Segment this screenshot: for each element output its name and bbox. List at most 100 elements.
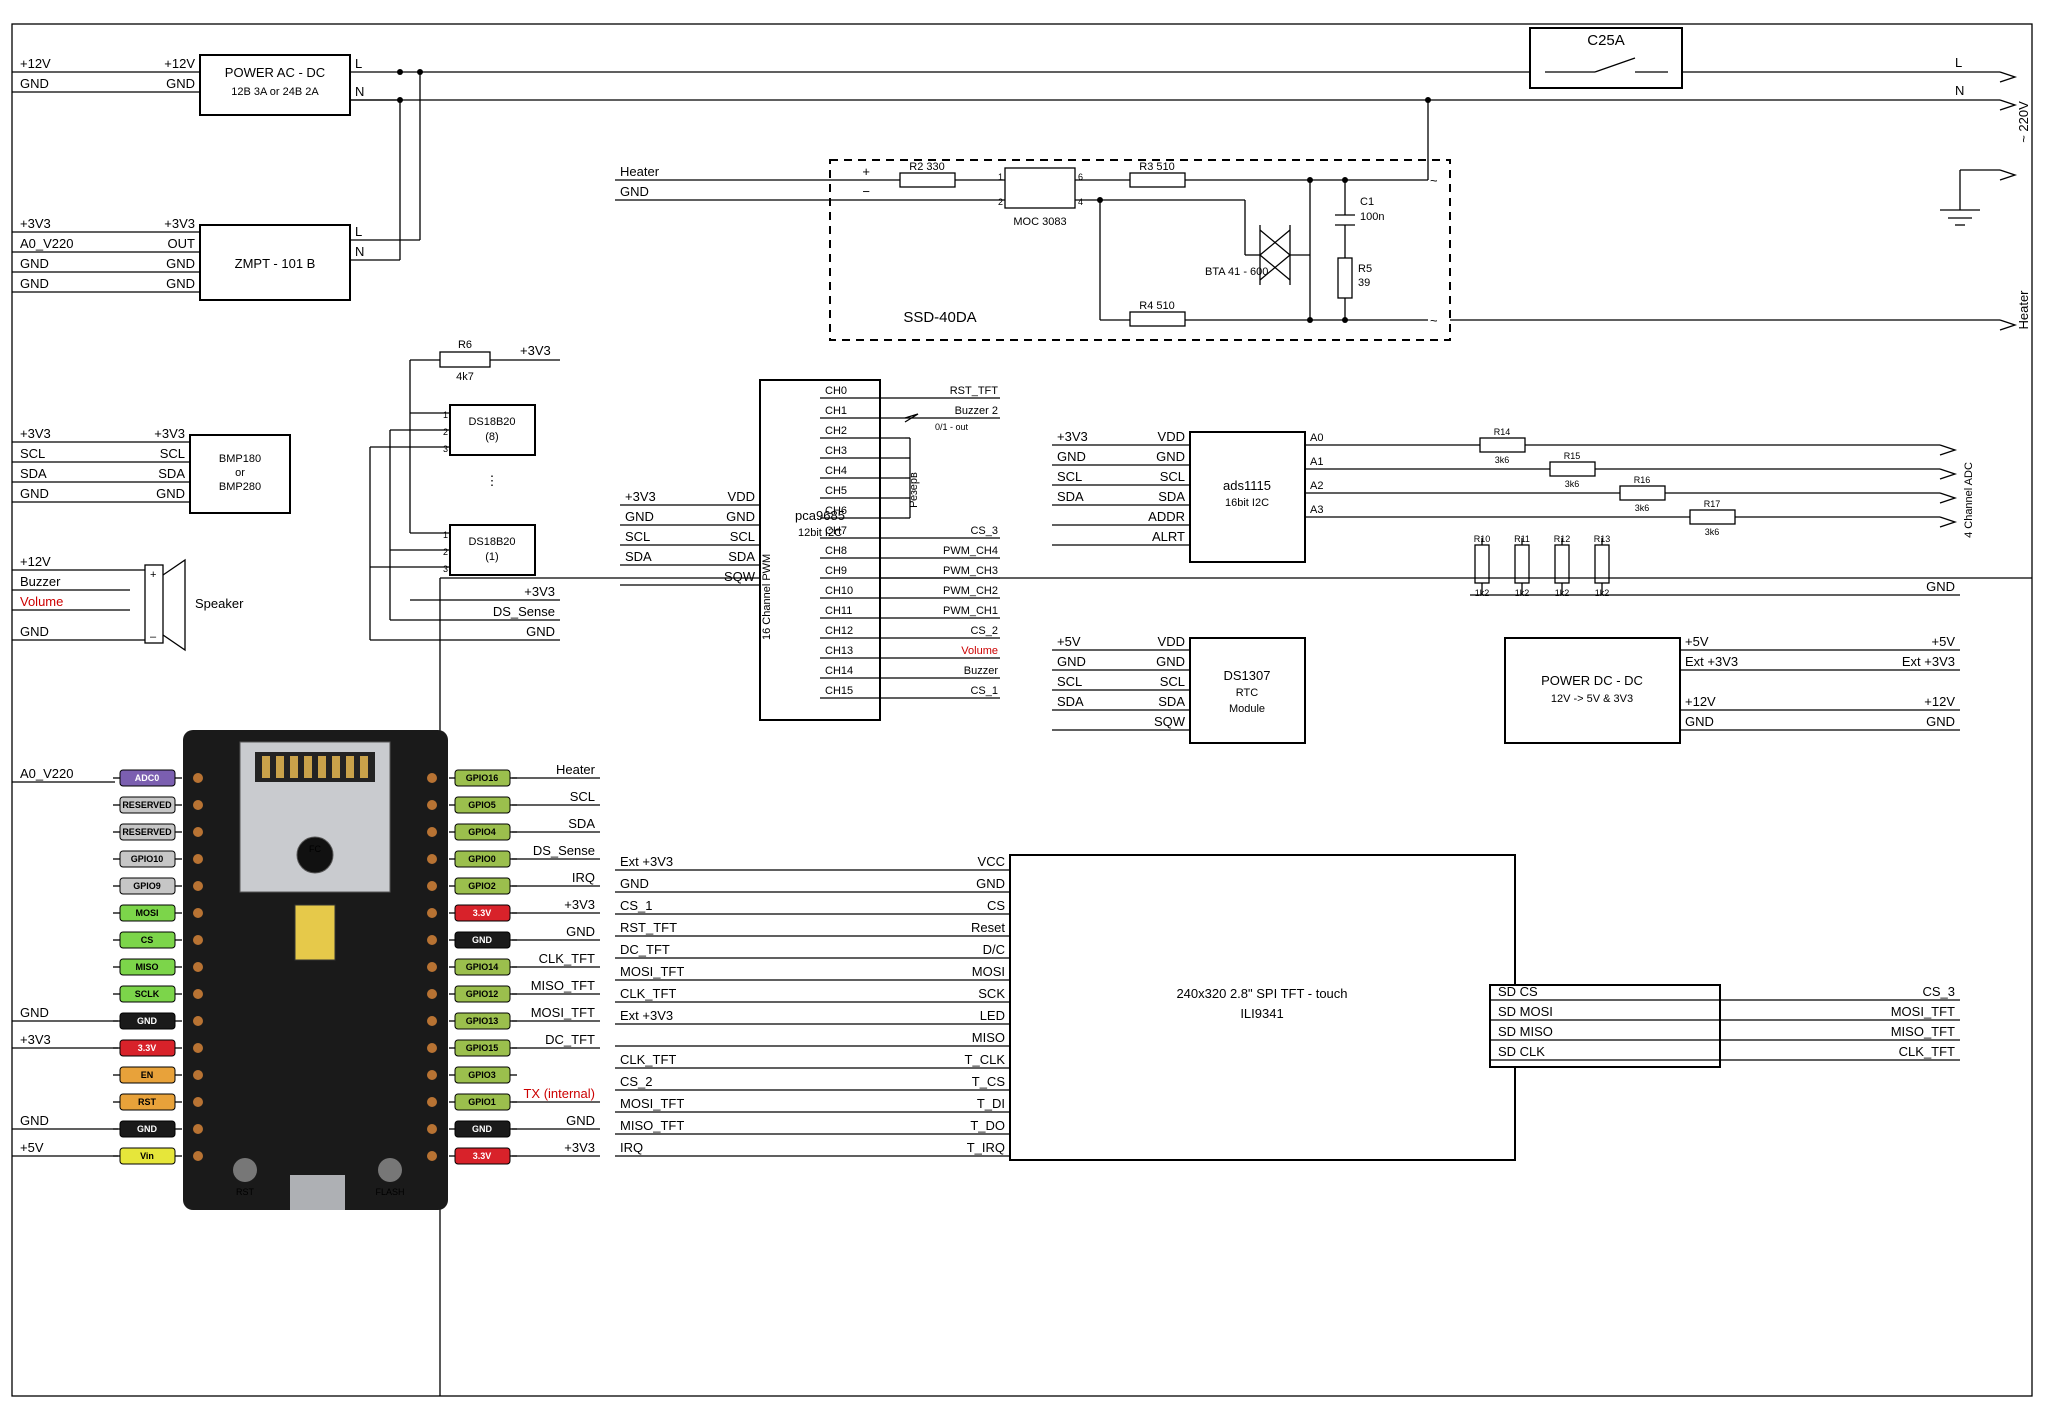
svg-text:+12V: +12V: [1924, 694, 1955, 709]
svg-text:R6: R6: [458, 339, 472, 351]
svg-text:VDD: VDD: [1158, 429, 1185, 444]
svg-text:or: or: [235, 467, 245, 479]
svg-text:POWER AC - DC: POWER AC - DC: [225, 65, 325, 80]
svg-text:R16: R16: [1634, 475, 1651, 485]
svg-text:CH9: CH9: [825, 565, 847, 577]
svg-text:SDA: SDA: [1158, 489, 1185, 504]
svg-text:R3 510: R3 510: [1139, 161, 1174, 173]
svg-text:DS18B20: DS18B20: [468, 416, 515, 428]
svg-text:GPIO12: GPIO12: [466, 989, 499, 999]
svg-text:MISO_TFT: MISO_TFT: [1891, 1024, 1955, 1039]
svg-text:GPIO9: GPIO9: [133, 881, 161, 891]
svg-text:−: −: [862, 184, 870, 199]
svg-text:GND: GND: [620, 876, 649, 891]
pca9685: pca9685 12bit I2C 16 Channel PWM +3V3VDD…: [620, 380, 1000, 720]
svg-text:GND: GND: [20, 624, 49, 639]
speaker-block: +12V Buzzer Volume GND +– Speaker: [12, 554, 244, 650]
svg-text:MOSI: MOSI: [135, 908, 158, 918]
svg-text:OUT: OUT: [168, 236, 196, 251]
svg-text:CS_1: CS_1: [620, 898, 653, 913]
svg-text:SCL: SCL: [1160, 674, 1185, 689]
svg-text:BTA 41 - 600: BTA 41 - 600: [1205, 266, 1268, 278]
svg-text:PWM_CH1: PWM_CH1: [943, 605, 998, 617]
svg-text:2: 2: [998, 197, 1003, 207]
svg-text:+: +: [150, 569, 156, 581]
svg-text:CLK_TFT: CLK_TFT: [620, 1052, 676, 1067]
svg-text:DS_Sense: DS_Sense: [533, 843, 595, 858]
svg-text:PWM_CH3: PWM_CH3: [943, 565, 998, 577]
svg-text:IRQ: IRQ: [572, 870, 595, 885]
svg-text:Reset: Reset: [971, 920, 1005, 935]
svg-text:ILI9341: ILI9341: [1240, 1006, 1283, 1021]
svg-text:MISO: MISO: [972, 1030, 1005, 1045]
svg-text:+: +: [862, 164, 870, 179]
svg-text:CH11: CH11: [825, 605, 852, 617]
svg-text:A0_V220: A0_V220: [20, 236, 74, 251]
svg-text:CH3: CH3: [825, 445, 847, 457]
svg-text:GND: GND: [976, 876, 1005, 891]
svg-text:SDA: SDA: [728, 549, 755, 564]
svg-text:SCL: SCL: [1160, 469, 1185, 484]
relay-c25a: C25A: [1530, 28, 1682, 88]
svg-text:GND: GND: [625, 509, 654, 524]
svg-text:L: L: [1955, 55, 1962, 70]
svg-text:Ext +3V3: Ext +3V3: [1902, 654, 1955, 669]
svg-text:DS18B20: DS18B20: [468, 536, 515, 548]
svg-text:Volume: Volume: [20, 594, 63, 609]
svg-text:MOSI: MOSI: [972, 964, 1005, 979]
svg-text:RESERVED: RESERVED: [122, 827, 172, 837]
svg-text:T_CS: T_CS: [972, 1074, 1006, 1089]
svg-text:VCC: VCC: [978, 854, 1005, 869]
svg-text:GND: GND: [1057, 654, 1086, 669]
svg-text:R2 330: R2 330: [909, 161, 944, 173]
svg-text:1: 1: [443, 530, 448, 540]
svg-text:VDD: VDD: [728, 489, 755, 504]
svg-text:R14: R14: [1494, 427, 1511, 437]
svg-text:DC_TFT: DC_TFT: [545, 1032, 595, 1047]
svg-text:Buzzer: Buzzer: [964, 665, 999, 677]
svg-text:GND: GND: [20, 256, 49, 271]
svg-text:Vin: Vin: [140, 1151, 154, 1161]
svg-text:+3V3: +3V3: [20, 426, 51, 441]
svg-text:CH1: CH1: [825, 405, 847, 417]
svg-text:DC_TFT: DC_TFT: [620, 942, 670, 957]
svg-text:100n: 100n: [1360, 211, 1384, 223]
svg-text:SSD-40DA: SSD-40DA: [903, 309, 976, 326]
svg-text:R5: R5: [1358, 263, 1372, 275]
svg-text:CS: CS: [987, 898, 1005, 913]
svg-text:Module: Module: [1229, 703, 1265, 715]
svg-text:CH2: CH2: [825, 425, 847, 437]
svg-text:39: 39: [1358, 277, 1370, 289]
svg-text:PWM_CH4: PWM_CH4: [943, 545, 998, 557]
ssr-block: SSD-40DA Heater+ GND− R2 330 MOC 3083 12…: [615, 97, 1450, 340]
svg-text:2: 2: [443, 427, 448, 437]
svg-text:SCK: SCK: [978, 986, 1005, 1001]
svg-text:C1: C1: [1360, 196, 1374, 208]
svg-text:GND: GND: [156, 486, 185, 501]
svg-text:GND: GND: [20, 276, 49, 291]
svg-text:1: 1: [443, 410, 448, 420]
svg-text:RST: RST: [138, 1097, 157, 1107]
svg-text:R17: R17: [1704, 499, 1721, 509]
triac-icon: [1075, 200, 1310, 285]
svg-text:3k6: 3k6: [1495, 455, 1510, 465]
svg-text:CS_2: CS_2: [620, 1074, 653, 1089]
svg-text:TX (internal): TX (internal): [523, 1086, 595, 1101]
svg-text:GND: GND: [566, 1113, 595, 1128]
svg-text:GPIO4: GPIO4: [468, 827, 496, 837]
svg-text:3.3V: 3.3V: [473, 908, 492, 918]
svg-text:3: 3: [443, 444, 448, 454]
svg-text:GPIO14: GPIO14: [466, 962, 499, 972]
svg-text:ZMPT - 101 B: ZMPT - 101 B: [235, 256, 316, 271]
svg-text:GND: GND: [566, 924, 595, 939]
svg-text:SCL: SCL: [1057, 469, 1082, 484]
svg-text:Heater: Heater: [556, 762, 596, 777]
svg-text:N: N: [1955, 83, 1964, 98]
svg-text:+3V3: +3V3: [520, 343, 551, 358]
svg-text:SDA: SDA: [625, 549, 652, 564]
svg-text:R15: R15: [1564, 451, 1581, 461]
svg-text:MISO: MISO: [135, 962, 158, 972]
svg-text:PWM_CH2: PWM_CH2: [943, 585, 998, 597]
svg-text:LED: LED: [980, 1008, 1005, 1023]
svg-text:+12V: +12V: [1685, 694, 1716, 709]
